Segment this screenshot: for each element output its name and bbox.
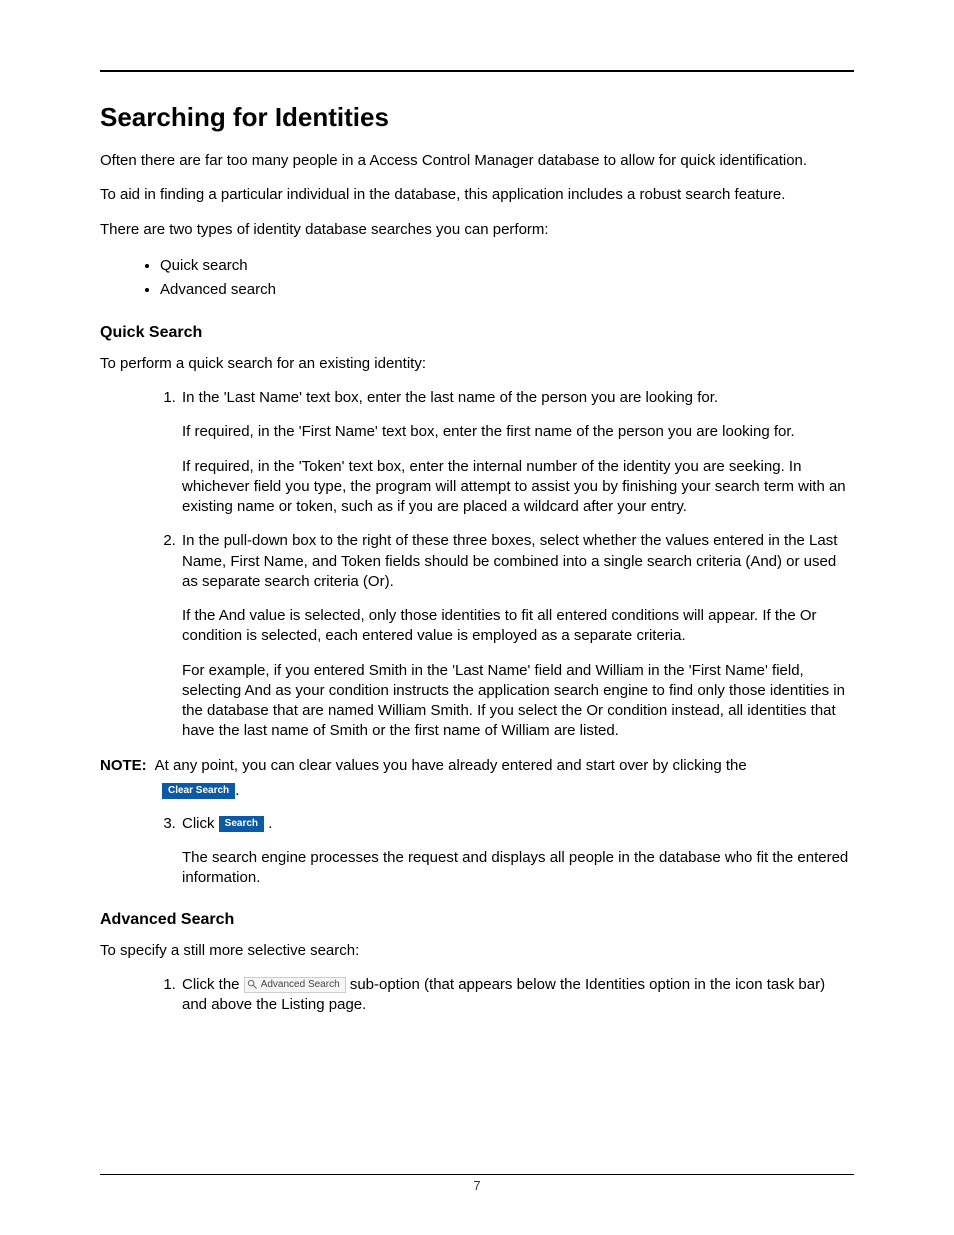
step-subtext: If required, in the 'First Name' text bo…	[182, 422, 854, 442]
advanced-search-steps: Click the Advanced Search sub-option (th…	[100, 975, 854, 1016]
advanced-search-suboption[interactable]: Advanced Search	[244, 977, 346, 993]
step-text: In the 'Last Name' text box, enter the l…	[182, 389, 718, 406]
magnifier-icon	[247, 979, 258, 990]
list-item: Advanced search	[160, 278, 854, 302]
quick-search-lead: To perform a quick search for an existin…	[100, 354, 854, 374]
step-tail: .	[268, 815, 272, 832]
step-subtext: If the And value is selected, only those…	[182, 606, 854, 647]
step-subtext: If required, in the 'Token' text box, en…	[182, 457, 854, 518]
step-subtext: The search engine processes the request …	[182, 848, 854, 889]
step-2: In the pull-down box to the right of the…	[180, 531, 854, 741]
advanced-search-lead: To specify a still more selective search…	[100, 941, 854, 961]
bottom-rule	[100, 1174, 854, 1175]
page-number: 7	[0, 1178, 954, 1193]
quick-search-heading: Quick Search	[100, 324, 854, 342]
search-types-list: Quick search Advanced search	[100, 254, 854, 302]
advanced-search-label: Advanced Search	[261, 979, 340, 991]
note-row: NOTE: At any point, you can clear values…	[100, 756, 854, 776]
step-3: Click Search . The search engine process…	[180, 814, 854, 889]
note-label: NOTE:	[100, 756, 155, 776]
page-title: Searching for Identities	[100, 102, 854, 133]
step-1: Click the Advanced Search sub-option (th…	[180, 975, 854, 1016]
intro-para-2: To aid in finding a particular individua…	[100, 185, 854, 205]
step-text: In the pull-down box to the right of the…	[182, 532, 837, 590]
list-item: Quick search	[160, 254, 854, 278]
step-text: Click the	[182, 976, 244, 993]
search-button[interactable]: Search	[219, 816, 264, 832]
quick-search-steps: In the 'Last Name' text box, enter the l…	[100, 388, 854, 742]
clear-search-button[interactable]: Clear Search	[162, 783, 235, 799]
note-body: At any point, you can clear values you h…	[155, 756, 854, 776]
top-rule	[100, 70, 854, 72]
note-text: At any point, you can clear values you h…	[155, 757, 747, 774]
intro-para-1: Often there are far too many people in a…	[100, 151, 854, 171]
step-subtext: For example, if you entered Smith in the…	[182, 661, 854, 742]
step-text: Click	[182, 815, 219, 832]
advanced-search-heading: Advanced Search	[100, 911, 854, 929]
note-tail: .	[235, 782, 239, 799]
quick-search-steps-cont: Click Search . The search engine process…	[100, 814, 854, 889]
step-1: In the 'Last Name' text box, enter the l…	[180, 388, 854, 517]
intro-para-3: There are two types of identity database…	[100, 220, 854, 240]
